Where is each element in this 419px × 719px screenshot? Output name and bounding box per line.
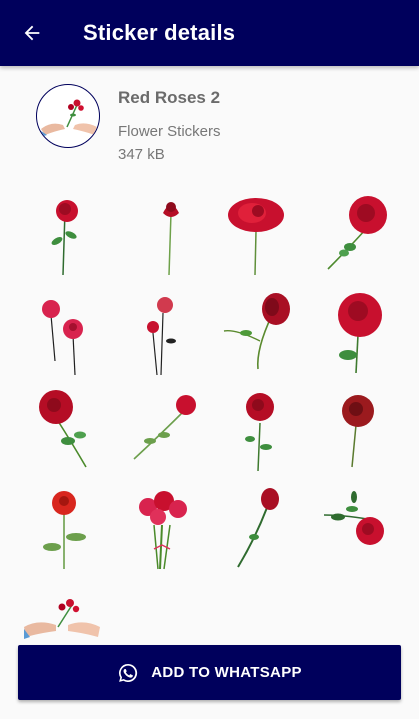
- rose-cluster-sticker: [245, 393, 274, 472]
- sticker-item[interactable]: [316, 386, 396, 476]
- rose-sprig-sticker: [323, 491, 384, 545]
- two-pink-roses-sticker: [42, 300, 83, 376]
- hands-giving-rose-icon: [41, 99, 97, 137]
- orange-rose-sticker: [43, 491, 86, 569]
- dark-rosebud-sticker: [237, 488, 279, 568]
- large-red-rose-sticker: [338, 293, 382, 374]
- single-rose-sticker: [51, 200, 78, 276]
- arrow-back-icon: [24, 25, 40, 41]
- sticker-item[interactable]: [218, 484, 298, 574]
- long-stem-rose-sticker: [163, 202, 179, 276]
- rose-with-stem-sticker: [39, 390, 87, 468]
- sticker-item[interactable]: [22, 484, 102, 574]
- pack-header: Red Roses 2 Flower Stickers 347 kB: [0, 78, 419, 174]
- add-to-whatsapp-button[interactable]: ADD TO WHATSAPP: [18, 645, 401, 700]
- sticker-item[interactable]: [316, 190, 396, 280]
- sticker-item[interactable]: [22, 288, 102, 378]
- hands-giving-rose-sticker: [24, 599, 100, 639]
- pack-author: Flower Stickers: [118, 123, 221, 140]
- sketch-roses-sticker: [147, 297, 176, 376]
- sticker-item[interactable]: [316, 484, 396, 574]
- sticker-item[interactable]: [218, 386, 298, 476]
- sticker-item[interactable]: [26, 386, 106, 476]
- rose-bloom-sticker: [228, 198, 284, 276]
- rose-bouquet-sticker: [139, 491, 187, 570]
- back-button[interactable]: [0, 0, 64, 66]
- sticker-item[interactable]: [128, 190, 208, 280]
- sticker-item[interactable]: [216, 288, 296, 378]
- bud-rose-sticker: [223, 293, 290, 370]
- pack-size: 347 kB: [118, 146, 165, 163]
- rose-with-leaves-sticker: [327, 196, 387, 270]
- tray-image: [36, 84, 100, 148]
- sticker-item[interactable]: [316, 288, 396, 378]
- add-to-whatsapp-label: ADD TO WHATSAPP: [151, 664, 302, 681]
- whatsapp-icon: [119, 663, 138, 682]
- page-title: Sticker details: [83, 20, 236, 45]
- sticker-item[interactable]: [22, 190, 102, 280]
- pack-name: Red Roses 2: [118, 88, 221, 107]
- app-bar: Sticker details: [0, 0, 419, 66]
- sticker-item[interactable]: [120, 288, 200, 378]
- sticker-item[interactable]: [216, 190, 296, 280]
- lying-rose-sticker: [133, 395, 196, 460]
- sticker-item[interactable]: [122, 484, 202, 574]
- sticker-item[interactable]: [122, 386, 202, 476]
- dark-rose-sticker: [342, 395, 374, 468]
